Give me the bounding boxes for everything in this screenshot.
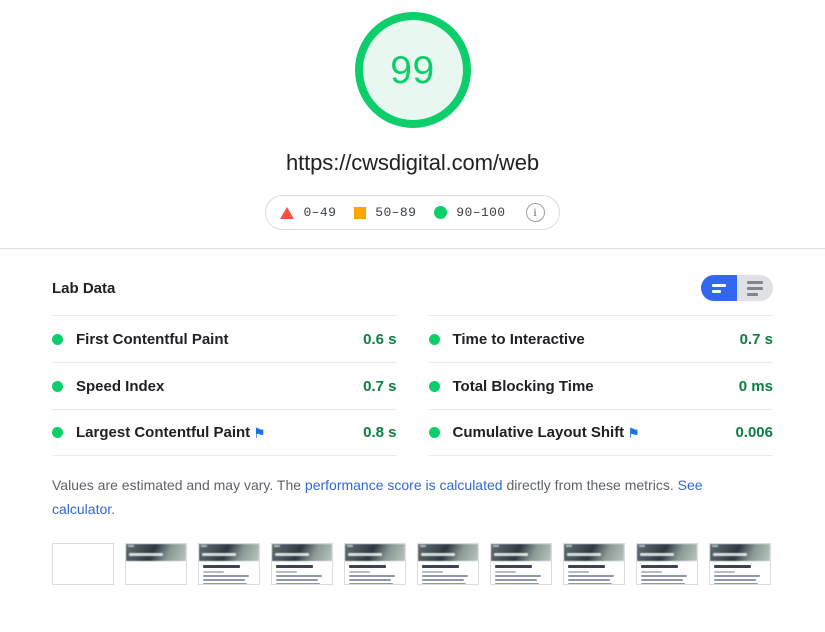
legend-item-average: 50–89	[354, 205, 416, 220]
thumbnail-hero-image	[418, 544, 478, 561]
legend-label-fail: 0–49	[303, 205, 336, 220]
thumbnail-body	[418, 561, 478, 585]
filmstrip-thumbnail[interactable]	[417, 543, 479, 585]
legend-item-fail: 0–49	[280, 205, 336, 220]
metric-name: Largest Contentful Paint	[76, 424, 250, 441]
status-dot-pass	[429, 427, 440, 438]
metric-name: Total Blocking Time	[453, 378, 594, 395]
metric-name: Cumulative Layout Shift	[453, 424, 625, 441]
thumbnail-body	[637, 561, 697, 585]
triangle-icon	[280, 207, 294, 219]
status-dot-pass	[429, 334, 440, 345]
thumbnail-hero-image	[710, 544, 770, 561]
metric-name: Time to Interactive	[453, 331, 585, 348]
metric-value: 0.6 s	[363, 331, 396, 348]
metric-row[interactable]: First Contentful Paint 0.6 s	[52, 315, 397, 362]
thumbnail-hero-image	[126, 544, 186, 561]
metric-value: 0.7 s	[363, 378, 396, 395]
thumbnail-body	[272, 561, 332, 585]
page-url: https://cwsdigital.com/web	[286, 150, 539, 176]
metric-row[interactable]: Time to Interactive 0.7 s	[429, 315, 774, 362]
metric-flag-icon: ⚑	[253, 426, 266, 440]
metric-name: Speed Index	[76, 378, 164, 395]
metrics-grid: First Contentful Paint 0.6 s Speed Index…	[52, 315, 773, 456]
metric-value: 0.8 s	[363, 424, 396, 441]
lab-data-title: Lab Data	[52, 280, 115, 297]
metrics-column-right: Time to Interactive 0.7 s Total Blocking…	[429, 315, 774, 456]
thumbnail-body	[491, 561, 551, 585]
thumbnail-hero-image	[491, 544, 551, 561]
legend-label-average: 50–89	[375, 205, 416, 220]
filmstrip-thumbnail[interactable]	[490, 543, 552, 585]
footnote-text-3: .	[111, 501, 115, 517]
metrics-column-left: First Contentful Paint 0.6 s Speed Index…	[52, 315, 397, 456]
thumbnail-hero-image	[272, 544, 332, 561]
status-dot-pass	[52, 381, 63, 392]
circle-icon	[434, 206, 447, 219]
metric-row[interactable]: Largest Contentful Paint ⚑ 0.8 s	[52, 409, 397, 456]
filmstrip-thumbnail[interactable]	[709, 543, 771, 585]
thumbnail-hero-image	[637, 544, 697, 561]
metric-name: First Contentful Paint	[76, 331, 229, 348]
lab-data-footnote: Values are estimated and may vary. The p…	[52, 473, 722, 521]
info-icon[interactable]: i	[526, 203, 545, 222]
square-icon	[354, 207, 366, 219]
filmstrip-thumbnail[interactable]	[125, 543, 187, 585]
lab-data-header: Lab Data	[52, 249, 773, 301]
metric-row[interactable]: Total Blocking Time 0 ms	[429, 362, 774, 409]
score-header: 99 https://cwsdigital.com/web 0–49 50–89…	[0, 0, 825, 249]
thumbnail-hero-image	[199, 544, 259, 561]
performance-score-link[interactable]: performance score is calculated	[305, 477, 503, 493]
compact-view-glyph	[712, 284, 726, 293]
legend-label-pass: 90–100	[456, 205, 505, 220]
filmstrip-thumbnail[interactable]	[344, 543, 406, 585]
lab-data-section: Lab Data First Contentful Paint 0.6 s	[0, 249, 825, 521]
metric-value: 0 ms	[739, 378, 773, 395]
thumbnail-hero-image	[564, 544, 624, 561]
thumbnail-body	[199, 561, 259, 585]
thumbnail-hero-image	[345, 544, 405, 561]
filmstrip-thumbnail[interactable]	[52, 543, 114, 585]
filmstrip-thumbnail[interactable]	[198, 543, 260, 585]
filmstrip-thumbnail[interactable]	[636, 543, 698, 585]
metric-row[interactable]: Cumulative Layout Shift ⚑ 0.006	[429, 409, 774, 456]
screenshot-filmstrip	[0, 543, 825, 585]
legend-item-pass: 90–100	[434, 205, 505, 220]
metric-row[interactable]: Speed Index 0.7 s	[52, 362, 397, 409]
expanded-view-icon[interactable]	[737, 275, 773, 301]
compact-view-icon[interactable]	[701, 275, 737, 301]
score-legend: 0–49 50–89 90–100 i	[265, 195, 559, 230]
filmstrip-thumbnail[interactable]	[563, 543, 625, 585]
score-value: 99	[390, 51, 434, 90]
thumbnail-body	[345, 561, 405, 585]
status-dot-pass	[429, 381, 440, 392]
expanded-view-glyph	[747, 281, 763, 296]
metric-value: 0.006	[735, 424, 773, 441]
status-dot-pass	[52, 427, 63, 438]
footnote-text-2: directly from these metrics.	[503, 477, 678, 493]
metric-value: 0.7 s	[740, 331, 773, 348]
view-toggle[interactable]	[701, 275, 773, 301]
thumbnail-body	[710, 561, 770, 585]
footnote-text-1: Values are estimated and may vary. The	[52, 477, 305, 493]
metric-flag-icon: ⚑	[627, 426, 640, 440]
performance-gauge[interactable]: 99	[355, 12, 471, 128]
status-dot-pass	[52, 334, 63, 345]
filmstrip-thumbnail[interactable]	[271, 543, 333, 585]
thumbnail-body	[564, 561, 624, 585]
